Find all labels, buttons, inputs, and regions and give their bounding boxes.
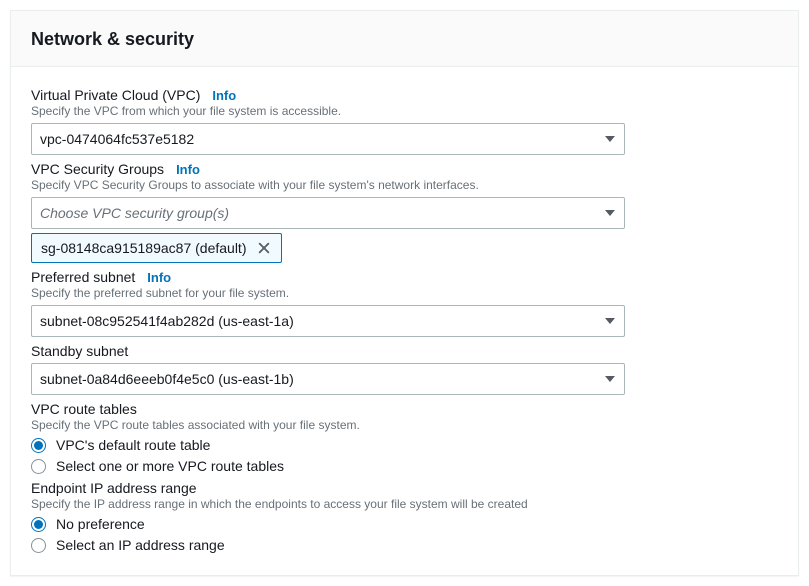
standby-subnet-value: subnet-0a84d6eeeb0f4e5c0 (us-east-1b) xyxy=(40,371,294,387)
chevron-down-icon xyxy=(605,136,615,142)
sg-token-remove[interactable] xyxy=(253,237,275,259)
sg-select[interactable]: Choose VPC security group(s) xyxy=(31,197,625,229)
sg-select-placeholder: Choose VPC security group(s) xyxy=(40,205,229,221)
close-icon xyxy=(257,241,271,255)
route-tables-radio-default[interactable]: VPC's default route table xyxy=(31,437,778,453)
radio-icon xyxy=(31,538,46,553)
radio-icon xyxy=(31,517,46,532)
endpoint-radio-none[interactable]: No preference xyxy=(31,516,778,532)
vpc-select-value: vpc-0474064fc537e5182 xyxy=(40,131,194,147)
route-tables-option-select: Select one or more VPC route tables xyxy=(56,458,284,474)
network-security-panel: Network & security Virtual Private Cloud… xyxy=(10,10,799,576)
endpoint-desc: Specify the IP address range in which th… xyxy=(31,497,778,511)
vpc-select[interactable]: vpc-0474064fc537e5182 xyxy=(31,123,625,155)
route-tables-radio-select[interactable]: Select one or more VPC route tables xyxy=(31,458,778,474)
standby-subnet-label: Standby subnet xyxy=(31,343,128,359)
endpoint-label: Endpoint IP address range xyxy=(31,480,197,496)
endpoint-option-select: Select an IP address range xyxy=(56,537,225,553)
preferred-subnet-desc: Specify the preferred subnet for your fi… xyxy=(31,286,778,300)
standby-subnet-select[interactable]: subnet-0a84d6eeeb0f4e5c0 (us-east-1b) xyxy=(31,363,625,395)
chevron-down-icon xyxy=(605,376,615,382)
radio-icon xyxy=(31,459,46,474)
vpc-label: Virtual Private Cloud (VPC) xyxy=(31,87,200,103)
sg-info-link[interactable]: Info xyxy=(176,162,200,177)
chevron-down-icon xyxy=(605,210,615,216)
preferred-subnet-label: Preferred subnet xyxy=(31,269,135,285)
endpoint-option-none: No preference xyxy=(56,516,145,532)
sg-token-label: sg-08148ca915189ac87 (default) xyxy=(41,240,247,256)
sg-token: sg-08148ca915189ac87 (default) xyxy=(31,233,282,263)
sg-label: VPC Security Groups xyxy=(31,161,164,177)
chevron-down-icon xyxy=(605,318,615,324)
vpc-info-link[interactable]: Info xyxy=(212,88,236,103)
panel-body: Virtual Private Cloud (VPC) Info Specify… xyxy=(11,67,798,575)
route-tables-desc: Specify the VPC route tables associated … xyxy=(31,418,778,432)
sg-desc: Specify VPC Security Groups to associate… xyxy=(31,178,778,192)
route-tables-option-default: VPC's default route table xyxy=(56,437,210,453)
preferred-subnet-info-link[interactable]: Info xyxy=(147,270,171,285)
preferred-subnet-select[interactable]: subnet-08c952541f4ab282d (us-east-1a) xyxy=(31,305,625,337)
route-tables-label: VPC route tables xyxy=(31,401,137,417)
panel-title: Network & security xyxy=(31,29,778,50)
preferred-subnet-value: subnet-08c952541f4ab282d (us-east-1a) xyxy=(40,313,294,329)
endpoint-radio-select[interactable]: Select an IP address range xyxy=(31,537,778,553)
panel-header: Network & security xyxy=(11,11,798,67)
radio-icon xyxy=(31,438,46,453)
vpc-desc: Specify the VPC from which your file sys… xyxy=(31,104,778,118)
